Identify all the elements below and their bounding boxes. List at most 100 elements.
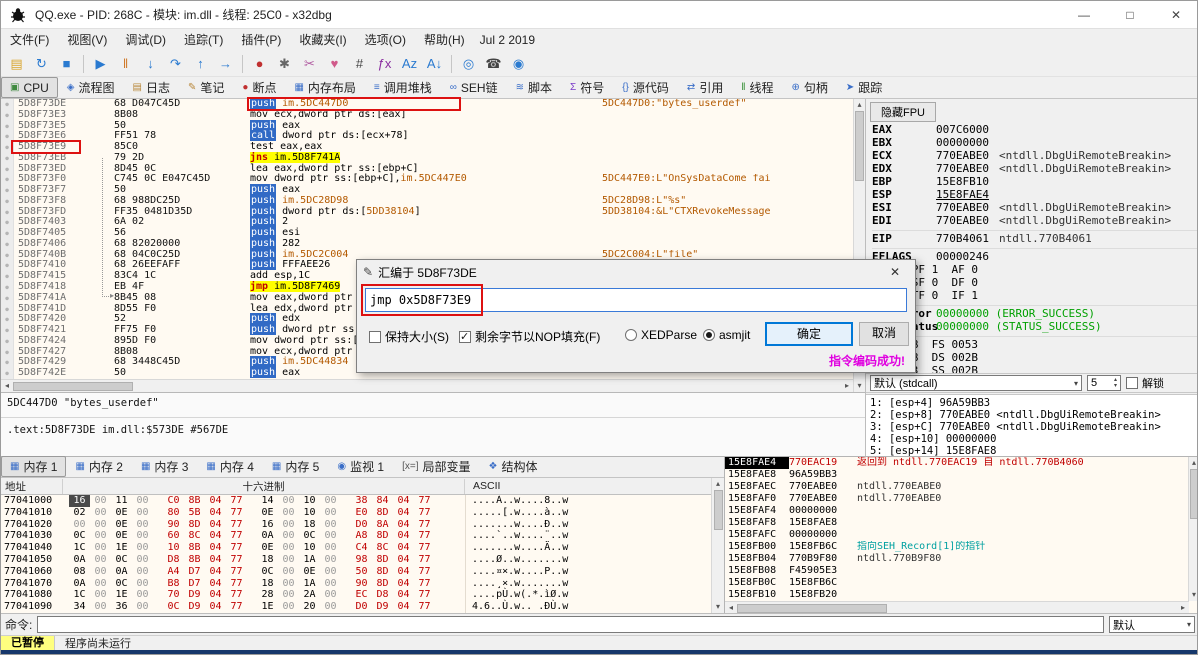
tab-trace[interactable]: ➤ 跟踪	[837, 77, 891, 98]
disasm-row[interactable]: ● 5D8F73E3 8B08 mov ecx,dword ptr ds:[eax]	[1, 109, 853, 121]
register-row[interactable]: ECX 770EABE0 <ntdll.DbgUiRemoteBreakin>	[872, 149, 1197, 162]
memory-row[interactable]: 77041030 0C 00 0E 00 60 8C 04 77 0A 00 0C 00 A8 8D 04 77…	[1, 530, 724, 543]
breakpoint-dot[interactable]: ●	[1, 195, 14, 207]
tab-memory[interactable]: ▦ 内存 5	[263, 456, 328, 477]
toolbar-button-open-file[interactable]: ▤	[4, 53, 29, 75]
scroll-right-icon[interactable]: ▸	[841, 380, 853, 392]
arguments-view[interactable]: 1: [esp+4] 96A59BB3 2: [esp+8] 770EABE0 <…	[866, 394, 1197, 456]
register-row[interactable]: ESP 15E8FAE4	[872, 188, 1197, 201]
dialog-title-bar[interactable]: ✎ 汇编于 5D8F73DE ✕	[357, 260, 915, 284]
memory-row[interactable]: 77041070 0A 00 0C 00 B8 D7 04 77 18 00 1A 00 90 8D 04 77…	[1, 577, 724, 590]
breakpoint-dot[interactable]: ●	[1, 368, 14, 379]
stack-row[interactable]: 15E8FAF0 770EABE0 ntdll.770EABE0	[725, 493, 1189, 505]
toolbar-button-run[interactable]: ▶	[88, 53, 113, 75]
stack-row[interactable]: 15E8FAF4 00000000	[725, 505, 1189, 517]
tab-source[interactable]: {} 源代码	[613, 77, 678, 98]
toolbar-button-step-over[interactable]: ↷	[163, 53, 188, 75]
stack-pane[interactable]: 15E8FAE4 770EAC19 返回到 ntdll.770EAC19 自 ntd…	[724, 456, 1197, 614]
register-row[interactable]: EDI 770EABE0 <ntdll.DbgUiRemoteBreakin>	[872, 214, 1197, 227]
tab-notes[interactable]: ✎ 笔记	[179, 77, 233, 98]
disasm-horizontal-scrollbar[interactable]: ◂ ▸	[1, 379, 853, 392]
breakpoint-dot[interactable]: ●	[1, 174, 14, 186]
breakpoint-dot[interactable]: ●	[1, 303, 14, 315]
breakpoint-dot[interactable]: ●	[1, 228, 14, 239]
toolbar-button-case-az[interactable]: Az	[397, 53, 422, 75]
keep-size-checkbox[interactable]: 保持大小(S)	[369, 328, 449, 345]
scroll-up-icon[interactable]: ▴	[712, 478, 724, 490]
asmjit-radio[interactable]: asmjit	[703, 328, 750, 342]
breakpoint-dot[interactable]: ●	[1, 314, 14, 326]
toolbar-button-restart[interactable]: ↻	[29, 53, 54, 75]
tab-call-stack[interactable]: ≡ 调用堆栈	[365, 77, 441, 98]
assemble-input[interactable]	[365, 288, 907, 312]
stack-row[interactable]: 15E8FB0C 15E8FB6C	[725, 577, 1189, 589]
menu-item[interactable]: 文件(F)	[1, 29, 58, 51]
breakpoint-dot[interactable]: ●	[1, 152, 14, 164]
menu-item[interactable]: 视图(V)	[58, 29, 116, 51]
stack-row[interactable]: 15E8FB08 F45905E3	[725, 565, 1189, 577]
tab-locals[interactable]: [x=] 局部变量	[393, 456, 479, 477]
spinner-arrows-icon[interactable]: ▴ ▾	[1114, 377, 1117, 389]
xedparse-radio[interactable]: XEDParse	[625, 328, 697, 342]
breakpoint-dot[interactable]: ●	[1, 131, 14, 143]
breakpoint-dot[interactable]: ●	[1, 271, 14, 283]
toolbar-button-search[interactable]: ◎	[456, 53, 481, 75]
disasm-row[interactable]: ● 5D8F73F0 C745 0C E047C45D mov dword ptr s…	[1, 173, 853, 186]
scroll-thumb[interactable]	[737, 603, 887, 613]
tab-seh[interactable]: ∞ SEH链	[441, 77, 507, 98]
breakpoint-dot[interactable]: ●	[1, 325, 14, 336]
memory-row[interactable]: 77041020 00 00 0E 00 90 8D 04 77 16 00 18 00 D0 8A 04 77…	[1, 518, 724, 531]
tab-watch[interactable]: ◉ 监视 1	[328, 456, 393, 477]
scroll-down-icon[interactable]: ▾	[1188, 589, 1197, 601]
stack-row[interactable]: 15E8FAE8 96A59BB3	[725, 469, 1189, 481]
argument-row[interactable]: 2: [esp+8] 770EABE0 <ntdll.DbgUiRemoteBr…	[870, 409, 1196, 421]
tab-handles[interactable]: ⊕ 句柄	[782, 77, 836, 98]
toolbar-button-phone[interactable]: ☎	[481, 53, 506, 75]
tab-memory[interactable]: ▦ 内存 2	[66, 456, 131, 477]
disasm-row[interactable]: ● 5D8F73EB 79 2D jns im.5D8F741A	[1, 151, 853, 164]
scroll-down-icon[interactable]: ▾	[712, 601, 724, 613]
tab-memory[interactable]: ▦ 内存 3	[132, 456, 197, 477]
memory-dump-pane[interactable]: 地址 十六进制 ASCII 77041000 16 00 11 00 C0 8B 04 77 14…	[1, 478, 724, 613]
maximize-button[interactable]: □	[1107, 1, 1153, 29]
breakpoint-dot[interactable]: ●	[1, 282, 14, 293]
breakpoint-dot[interactable]: ●	[1, 260, 14, 272]
breakpoint-dot[interactable]: ●	[1, 335, 14, 347]
stack-row[interactable]: 15E8FB10 15E8FB20	[725, 589, 1189, 601]
scroll-thumb[interactable]	[1189, 469, 1197, 519]
register-row[interactable]: LastStatus00000000 (STATUS_SUCCESS)	[872, 320, 1197, 333]
scroll-thumb[interactable]	[855, 111, 864, 181]
title-bar[interactable]: QQ.exe - PID: 268C - 模块: im.dll - 线程: 25…	[1, 1, 1197, 29]
memory-vertical-scrollbar[interactable]: ▴ ▾	[711, 478, 724, 613]
tab-log[interactable]: ▤ 日志	[124, 77, 179, 98]
toolbar-button-hash[interactable]: #	[347, 53, 372, 75]
close-icon[interactable]: ✕	[881, 265, 909, 279]
hide-fpu-button[interactable]: 隐藏FPU	[870, 102, 936, 122]
breakpoint-dot[interactable]: ●	[1, 99, 14, 110]
stack-row[interactable]: 15E8FAE4 770EAC19 返回到 ntdll.770EAC19 自 ntd…	[725, 457, 1189, 469]
toolbar-button-step-into[interactable]: ↓	[138, 53, 163, 75]
menu-item[interactable]: 追踪(T)	[175, 29, 232, 51]
stack-rows[interactable]: 15E8FAE4 770EAC19 返回到 ntdll.770EAC19 自 ntd…	[725, 457, 1189, 601]
breakpoint-dot[interactable]: ●	[1, 217, 14, 229]
memory-row[interactable]: 77041090 34 00 36 00 0C D9 04 77 1E 00 20 00 D0 D9 04 77…	[1, 601, 724, 613]
disasm-row[interactable]: ● 5D8F7403 6A 02 push 2	[1, 216, 853, 229]
breakpoint-dot[interactable]: ●	[1, 346, 14, 358]
memory-row[interactable]: 77041010 02 00 0E 00 80 5B 04 77 0E 00 10 00 E0 8D 04 77…	[1, 506, 724, 519]
scroll-left-icon[interactable]: ◂	[1, 380, 13, 392]
convention-select[interactable]: 默认 (stdcall) ▾	[870, 375, 1082, 391]
menu-item[interactable]: 收藏夹(I)	[290, 29, 355, 51]
menu-item[interactable]: 调试(D)	[116, 29, 175, 51]
breakpoint-dot[interactable]: ●	[1, 120, 14, 132]
breakpoint-dot[interactable]: ●	[1, 238, 14, 250]
memory-row[interactable]: 77041050 0A 00 0C 00 D8 8B 04 77 18 00 1A 00 98 8D 04 77…	[1, 553, 724, 566]
arg-count-spinner[interactable]: 5 ▴ ▾	[1087, 375, 1121, 391]
memory-rows[interactable]: 77041000 16 00 11 00 C0 8B 04 77 14 00 10 00 38 84 04 77…	[1, 495, 724, 613]
tab-memory[interactable]: ▦ 内存 1	[1, 456, 67, 477]
argument-row[interactable]: 3: [esp+C] 770EABE0 <ntdll.DbgUiRemoteBr…	[870, 421, 1196, 433]
toolbar-button-stop[interactable]: ■	[54, 53, 79, 75]
toolbar-button-step-out[interactable]: ↑	[188, 53, 213, 75]
register-row[interactable]: LastError00000000 (ERROR_SUCCESS)	[872, 307, 1197, 320]
toolbar-button-trace-record[interactable]: ◉	[506, 53, 531, 75]
register-row[interactable]: EBP 15E8FB10	[872, 175, 1197, 188]
